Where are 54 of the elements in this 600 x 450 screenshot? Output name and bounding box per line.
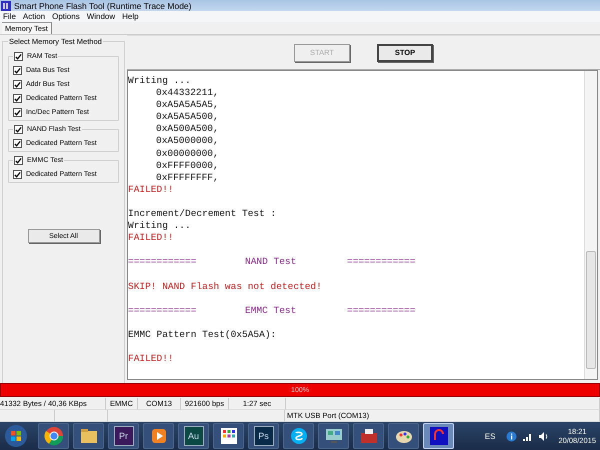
menu-item[interactable]: Help bbox=[122, 12, 139, 21]
log-line: FAILED!! bbox=[128, 232, 174, 244]
window-title: Smart Phone Flash Tool (Runtime Trace Mode) bbox=[14, 0, 192, 10]
log-line: 0x44332211, bbox=[155, 87, 219, 100]
checkbox[interactable] bbox=[14, 52, 23, 61]
taskbar-app[interactable]: Au bbox=[178, 423, 209, 449]
info-icon[interactable] bbox=[506, 430, 518, 442]
log-line: FAILED!! bbox=[128, 353, 174, 366]
log-separator: ============ bbox=[128, 304, 198, 317]
menu-item[interactable]: File bbox=[3, 12, 16, 21]
checkbox[interactable] bbox=[13, 108, 22, 117]
log-header: NAND Test bbox=[245, 256, 298, 268]
taskbar-network-icon[interactable] bbox=[318, 423, 349, 449]
scrollbar[interactable] bbox=[584, 71, 597, 379]
menu-item[interactable]: Options bbox=[52, 12, 80, 21]
taskbar-paint-icon[interactable] bbox=[388, 423, 419, 449]
checkbox[interactable] bbox=[13, 66, 22, 75]
log-line: 0xA500A500, bbox=[155, 123, 219, 136]
log-line: 0xA5A5A5A5, bbox=[155, 99, 219, 112]
checkbox[interactable] bbox=[13, 80, 22, 89]
taskbar-tool-icon[interactable] bbox=[423, 423, 454, 449]
log-line: EMMC Pattern Test(0x5A5A): bbox=[128, 328, 276, 342]
checkbox[interactable] bbox=[14, 125, 23, 134]
checkbox[interactable] bbox=[13, 94, 22, 103]
taskbar-media-icon[interactable] bbox=[143, 423, 174, 449]
log-line: 0x00000000, bbox=[155, 148, 219, 160]
start-button[interactable] bbox=[4, 424, 28, 448]
taskbar-browser-icon[interactable] bbox=[38, 423, 69, 449]
log-line: SKIP! NAND Flash was not detected! bbox=[128, 280, 322, 293]
checkbox[interactable] bbox=[13, 170, 22, 179]
log-line: Writing ... bbox=[128, 75, 191, 88]
language-indicator[interactable]: ES bbox=[484, 432, 496, 440]
log-line: 0xA5000000, bbox=[155, 135, 219, 148]
taskbar-app[interactable]: Ps bbox=[248, 423, 279, 449]
log-line: 0xA5A5A500, bbox=[155, 111, 219, 124]
menu-item[interactable]: Action bbox=[22, 12, 46, 21]
log-line: Increment/Decrement Test : bbox=[128, 208, 276, 220]
checkbox[interactable] bbox=[13, 139, 22, 148]
log-header: EMMC Test bbox=[245, 304, 298, 317]
log-line: 0xFFFF0000, bbox=[155, 160, 219, 172]
checkbox[interactable] bbox=[14, 156, 23, 165]
taskbar-chat-icon[interactable] bbox=[283, 423, 314, 449]
log-separator: ============ bbox=[347, 256, 416, 268]
log-separator: ============ bbox=[128, 256, 198, 268]
log-line: FAILED!! bbox=[128, 184, 174, 196]
taskbar-toolbox-icon[interactable] bbox=[353, 423, 384, 449]
taskbar-folder-icon[interactable] bbox=[73, 423, 104, 449]
menu-item[interactable]: Window bbox=[86, 12, 116, 21]
log-line: 0xFFFFFFFF, bbox=[155, 172, 219, 184]
volume-icon[interactable] bbox=[538, 430, 550, 442]
taskbar-grid-icon[interactable] bbox=[213, 423, 244, 449]
log-line: Writing ... bbox=[128, 220, 191, 232]
log-separator: ============ bbox=[347, 304, 416, 317]
taskbar-app[interactable]: Pr bbox=[108, 423, 139, 449]
